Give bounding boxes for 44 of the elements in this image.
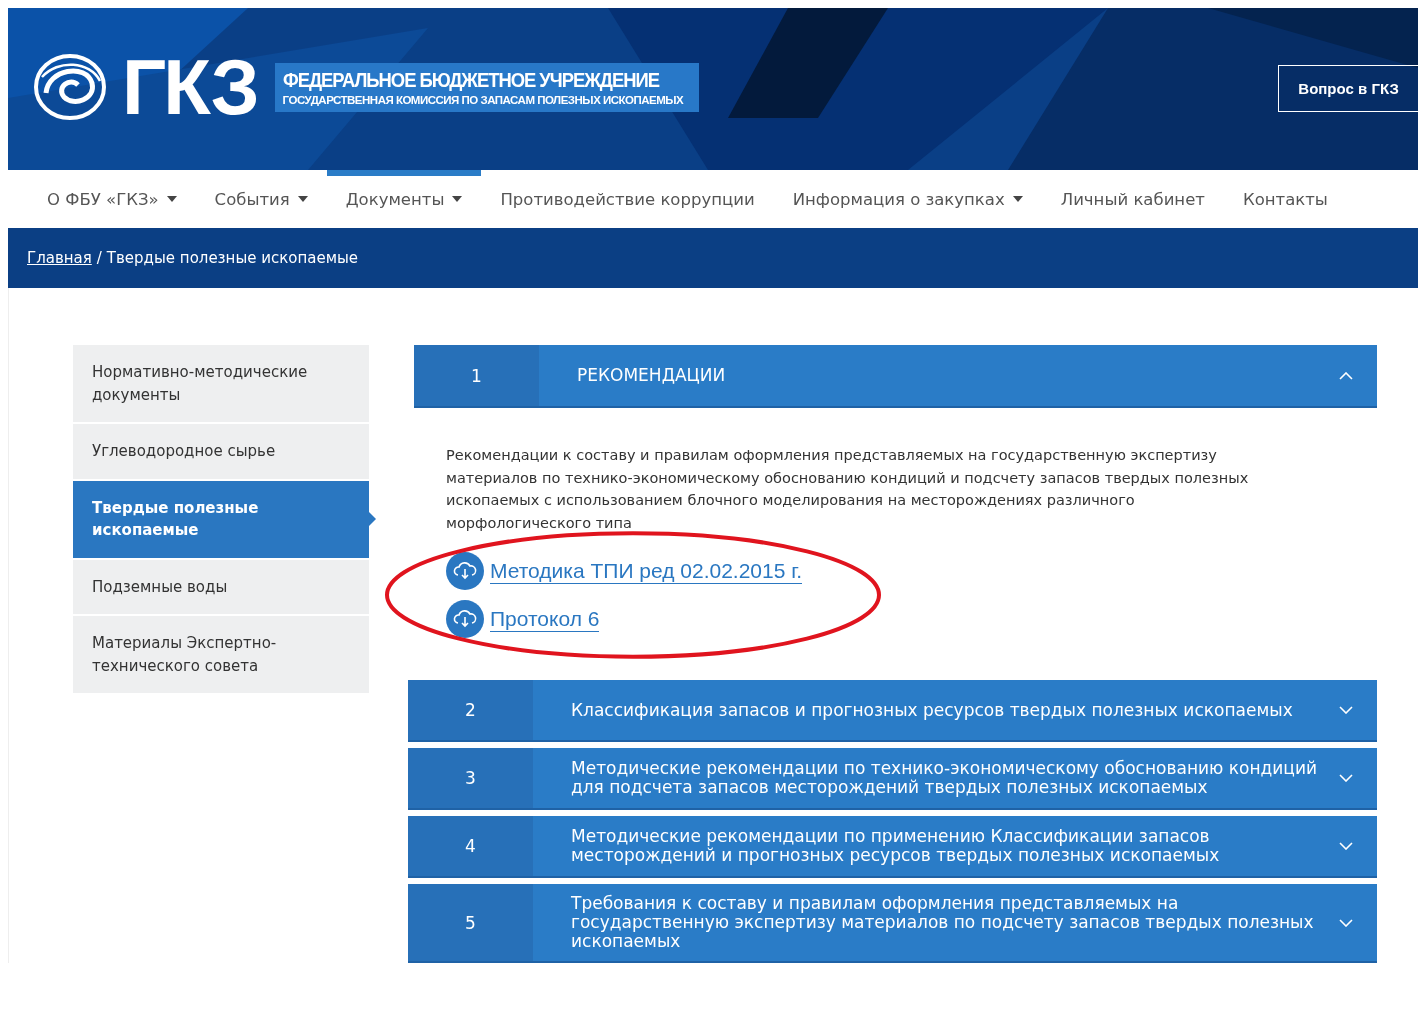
chevron-down-icon	[1339, 918, 1353, 927]
pointer-icon	[369, 512, 376, 526]
nav-item[interactable]: Противодействие коррупции	[481, 170, 774, 228]
section-title: Классификация запасов и прогнозных ресурсов твердых полезных ископаемых	[570, 698, 1294, 722]
accordion-header[interactable]: 4 Методические рекомендации по применению Классификации запасов месторождений и прогнозных ресурсов твердых полезных ископаемых	[408, 816, 1377, 878]
nav-item[interactable]: События	[195, 170, 327, 228]
chevron-up-icon	[1339, 371, 1353, 380]
section-title: Методические рекомендации по технико-экономическому обоснованию кондиций для подсчета запасов месторождений твердых полезных ископаемых	[570, 757, 1319, 799]
accordion-header[interactable]: 2 Классификация запасов и прогнозных ресурсов твердых полезных ископаемых	[408, 680, 1377, 742]
section-title: РЕКОМЕНДАЦИИ	[576, 364, 727, 387]
section-description: Рекомендации к составу и правилам оформления представляемых на государственную экспертизу материалов по технико-экономическому обоснованию кондиций и подсчету запасов твердых полезных ископаемых с использованием блочного моделирования на месторождениях различного морфологического типа	[446, 446, 1250, 533]
chevron-down-icon	[1339, 842, 1353, 850]
section-number: 2	[408, 680, 533, 740]
chevron-down-icon	[1339, 774, 1353, 782]
file-link[interactable]: Методика ТПИ ред 02.02.2015 г.	[490, 558, 803, 584]
nav-item[interactable]: Контакты	[1223, 170, 1347, 228]
accordion-header[interactable]: 3 Методические рекомендации по технико-экономическому обоснованию кондиций для подсчета запасов месторождений твердых полезных ископаемых	[408, 748, 1377, 810]
sidebar-item[interactable]: Нормативно-методические документы	[73, 345, 369, 422]
sidebar-item[interactable]: Подземные воды	[73, 559, 369, 614]
org-subtitle: ГОСУДАРСТВЕННАЯ КОМИССИЯ ПО ЗАПАСАМ ПОЛЕЗНЫХ ИСКОПАЕМЫХ	[282, 93, 685, 106]
accordion-header[interactable]: 1 РЕКОМЕНДАЦИИ	[414, 345, 1377, 408]
section-title: Требования к составу и правилам оформления представляемых на государственную экспертизу материалов по подсчету запасов твердых полезных ископаемых	[570, 892, 1315, 953]
breadcrumb-separator: /	[96, 249, 102, 267]
section-number: 3	[408, 748, 533, 808]
globe-swirl-icon	[34, 53, 106, 121]
accordion-header[interactable]: 5 Требования к составу и правилам оформления представляемых на государственную экспертизу материалов по подсчету запасов твердых полезных ископаемых	[408, 884, 1377, 963]
section-number: 1	[414, 345, 539, 406]
nav-item[interactable]: Информация о закупках	[773, 170, 1042, 228]
chevron-down-icon	[1339, 706, 1353, 714]
section-number: 5	[408, 884, 533, 961]
nav-item[interactable]: Личный кабинет	[1041, 170, 1224, 228]
sidebar-item[interactable]: Материалы Экспертно-технического совета	[73, 616, 369, 693]
file-link[interactable]: Протокол 6	[490, 606, 600, 632]
question-button[interactable]: Вопрос в ГКЗ	[1278, 64, 1418, 112]
sidebar-item[interactable]: Углеводородное сырье	[73, 424, 369, 479]
cloud-download-icon	[446, 600, 484, 638]
breadcrumb-link[interactable]: Главная	[27, 249, 92, 267]
org-title: ФЕДЕРАЛЬНОЕ БЮДЖЕТНОЕ УЧРЕЖДЕНИЕ	[282, 68, 659, 92]
logo-text: ГКЗ	[122, 48, 257, 126]
cloud-download-icon	[446, 552, 484, 590]
section-title: Методические рекомендации по применению Классификации запасов месторождений и прогнозных ресурсов твердых полезных ископаемых	[570, 825, 1221, 867]
breadcrumb-current: Твердые полезные ископаемые	[106, 249, 359, 267]
section-number: 4	[408, 816, 533, 876]
nav-item[interactable]: О ФБУ «ГКЗ»	[28, 170, 196, 228]
